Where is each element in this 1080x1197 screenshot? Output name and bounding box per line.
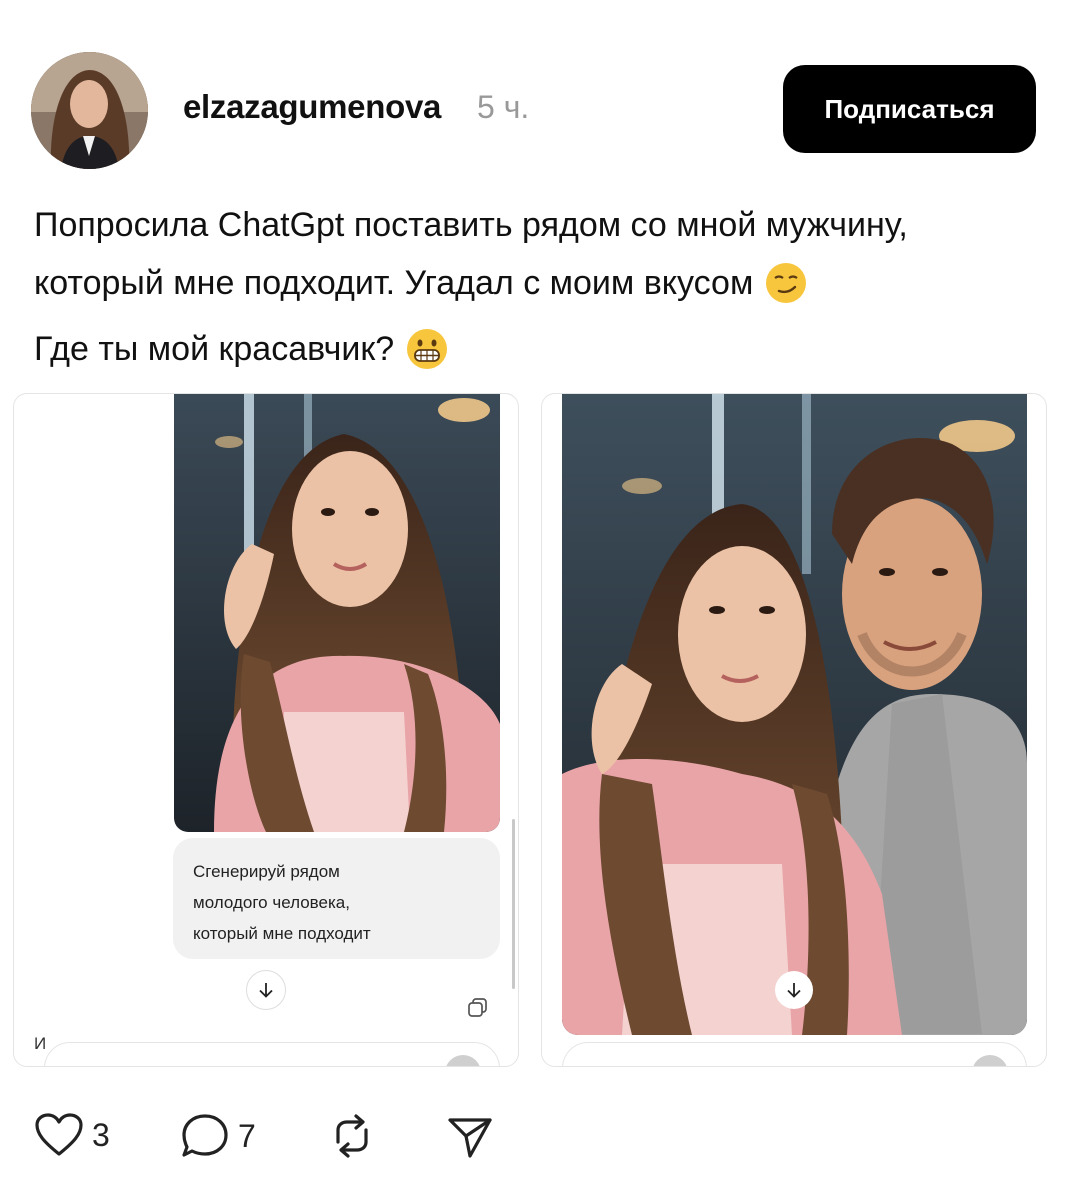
chat-input-text: И <box>34 1034 47 1053</box>
uploaded-photo <box>174 394 500 832</box>
repost-button[interactable] <box>328 1112 376 1160</box>
avatar[interactable] <box>31 52 148 169</box>
post-actions: 3 7 <box>0 1100 1080 1170</box>
post-caption: Попросила ChatGpt поставить рядом со мно… <box>34 196 1044 312</box>
arrow-down-icon <box>259 983 273 998</box>
scroll-down-button[interactable] <box>246 970 286 1010</box>
chat-message-line: Сгенерируй рядом <box>193 862 340 881</box>
comment-icon <box>182 1114 228 1157</box>
caption-line: Попросила ChatGpt поставить рядом со мно… <box>34 206 908 244</box>
comment-count: 7 <box>238 1117 256 1154</box>
send-icon <box>448 1118 492 1158</box>
subscribe-button[interactable]: Подписаться <box>783 65 1036 153</box>
username[interactable]: elzazagumenova <box>183 88 441 126</box>
arrow-down-icon <box>787 983 801 998</box>
chat-message-line: который мне подходит <box>193 924 371 943</box>
chat-input-bar[interactable] <box>44 1042 500 1066</box>
chat-scrollbar[interactable] <box>512 819 515 989</box>
scroll-down-button[interactable] <box>775 971 813 1009</box>
carousel-slide-generated-photo[interactable] <box>541 393 1047 1067</box>
send-voice-button[interactable] <box>445 1055 481 1066</box>
caption-text: который мне подходит. Угадал с моим вкус… <box>34 264 754 302</box>
caption-line-with-emoji: который мне подходит. Угадал с моим вкус… <box>34 254 1044 312</box>
comment-button[interactable]: 7 <box>180 1112 256 1160</box>
caption-text: Где ты мой красавчик? <box>34 330 395 368</box>
like-button[interactable]: 3 <box>34 1112 110 1158</box>
post-header: elzazagumenova 5 ч. Подписаться <box>0 0 1080 190</box>
repost-icon <box>336 1114 368 1158</box>
generated-photo <box>562 394 1027 1035</box>
grinning-face-emoji <box>407 329 448 369</box>
like-count: 3 <box>92 1116 110 1153</box>
chat-message-line: молодого человека, <box>193 893 350 912</box>
heart-icon <box>35 1113 83 1156</box>
send-voice-button[interactable] <box>972 1055 1008 1066</box>
smirking-face-emoji <box>766 263 807 303</box>
share-button[interactable] <box>446 1112 494 1160</box>
post-time: 5 ч. <box>477 89 530 125</box>
chat-input-bar[interactable] <box>562 1042 1027 1066</box>
caption-paragraph-2: Где ты мой красавчик? <box>34 320 448 378</box>
copy-icon[interactable] <box>467 997 489 1019</box>
chat-message-bubble: Сгенерируй рядом молодого человека, кото… <box>173 838 500 959</box>
carousel-slide-chat-screenshot[interactable]: Сгенерируй рядом молодого человека, кото… <box>13 393 519 1067</box>
